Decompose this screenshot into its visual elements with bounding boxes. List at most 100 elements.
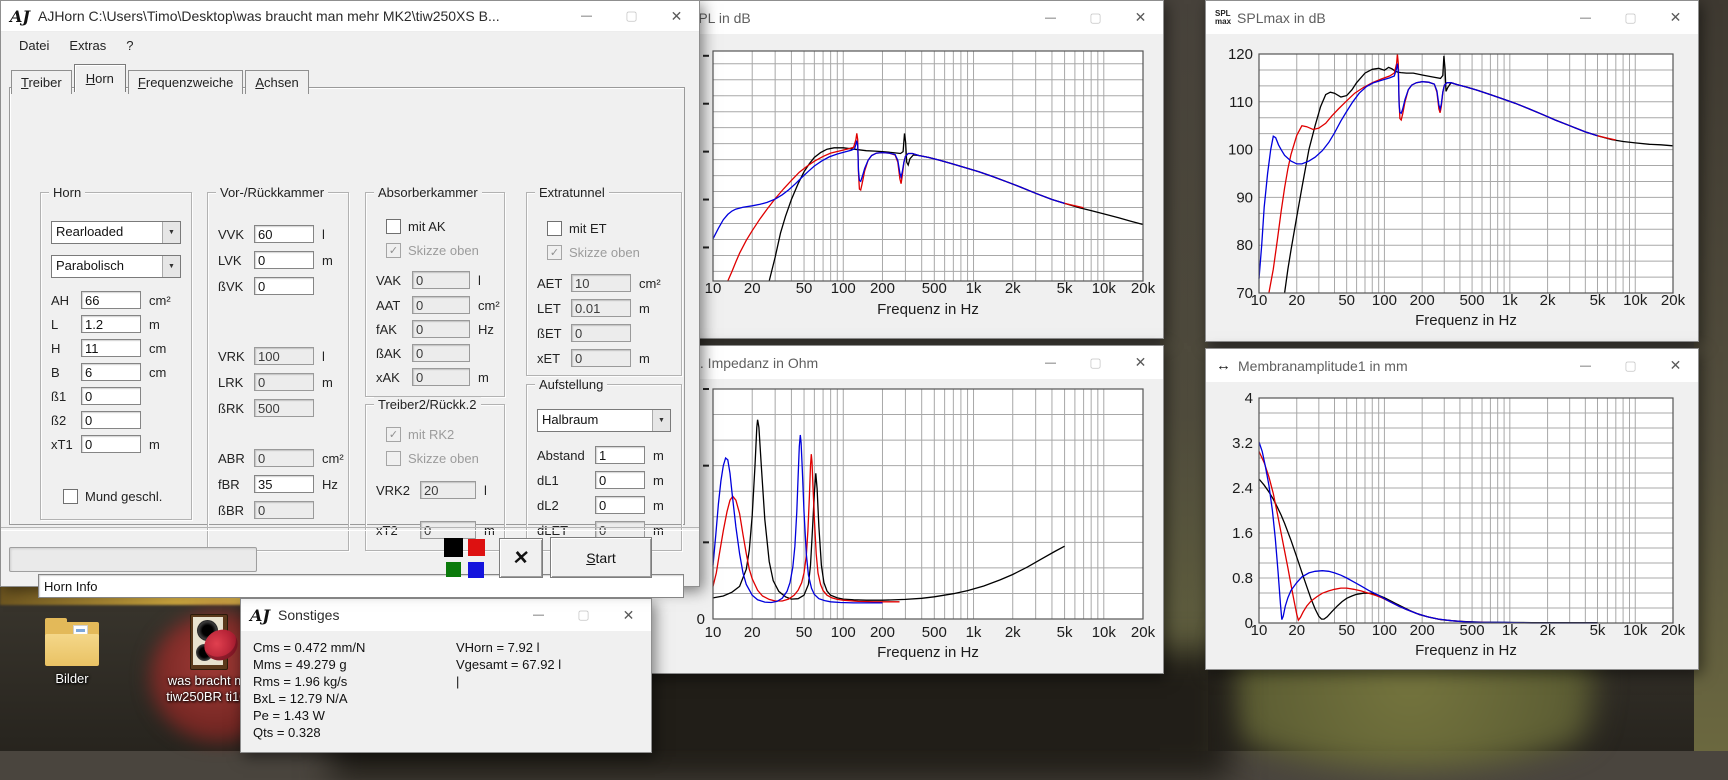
svg-text:Frequenz in Hz: Frequenz in Hz <box>877 301 979 318</box>
close-icon[interactable] <box>606 599 651 631</box>
checkbox[interactable] <box>63 489 78 504</box>
checkbox[interactable] <box>386 219 401 234</box>
field-b[interactable]: 6 <box>81 363 141 381</box>
field-ß2[interactable]: 0 <box>81 411 141 429</box>
field-l[interactable]: 1.2 <box>81 315 141 333</box>
minimize-button[interactable] <box>1028 1 1073 34</box>
field-ßak: 0 <box>412 344 470 362</box>
field-label: VAK <box>376 273 412 288</box>
tab-achsen[interactable]: Achsen <box>245 70 308 94</box>
impedance-titlebar[interactable]: el. Impedanz in Ohm <box>631 346 1163 379</box>
check-mund-geschl-[interactable]: Mund geschl. <box>63 489 191 503</box>
checkbox <box>386 427 401 442</box>
menu-item-datei[interactable]: Datei <box>9 35 59 56</box>
membrane-chart: 00.81.62.43.241020501002005001k2k5k10k20… <box>1206 382 1698 669</box>
field-ßet: 0 <box>571 324 631 342</box>
menu-item-help[interactable]: ? <box>116 35 143 56</box>
desktop-icon-bilder[interactable]: Bilder <box>17 614 127 687</box>
field-abstand[interactable]: 1 <box>595 446 645 464</box>
svg-text:4: 4 <box>1245 390 1253 407</box>
auf-dropdown[interactable]: Halbraum <box>537 409 671 432</box>
close-icon[interactable] <box>1653 1 1698 34</box>
field-label: VRK2 <box>376 483 420 498</box>
checkbox-label: mit ET <box>569 221 607 236</box>
driver-parameters-text: Cms = 0.472 mm/NMms = 49.279 gRms = 1.96… <box>253 639 456 741</box>
field-unit: l <box>322 227 325 242</box>
sonstiges-window: AJ Sonstiges Cms = 0.472 mm/NMms = 49.27… <box>240 598 652 753</box>
field-label: LET <box>537 301 571 316</box>
field-aat: 0 <box>412 296 470 314</box>
minimize-button[interactable] <box>564 1 609 31</box>
close-icon[interactable] <box>1118 1 1163 34</box>
field-label: ßAK <box>376 346 412 361</box>
svg-text:5k: 5k <box>1057 624 1073 641</box>
svg-text:80: 80 <box>1236 237 1253 254</box>
sonstiges-titlebar[interactable]: AJ Sonstiges <box>241 599 651 631</box>
sonstiges-line: Cms = 0.472 mm/N <box>253 639 456 656</box>
minimize-button[interactable] <box>516 599 561 631</box>
field-ßrk: 500 <box>254 399 314 417</box>
minimize-button[interactable] <box>1028 346 1073 379</box>
field-dl1[interactable]: 0 <box>595 471 645 489</box>
horn-dropdown[interactable]: Rearloaded <box>51 221 181 244</box>
group-label: Aufstellung <box>535 377 607 392</box>
field-vvk[interactable]: 60 <box>254 225 314 243</box>
group-label: Vor-/Rückkammer <box>216 185 328 200</box>
menu-item-extras[interactable]: Extras <box>59 35 116 56</box>
spl-titlebar[interactable]: SPL in dB <box>631 1 1163 34</box>
svg-text:50: 50 <box>1338 292 1355 309</box>
chevron-down-icon[interactable] <box>162 222 180 243</box>
field-label: LRK <box>218 375 254 390</box>
maximize-button[interactable] <box>561 599 606 631</box>
minimize-button[interactable] <box>1563 1 1608 34</box>
field-xt1[interactable]: 0 <box>81 435 141 453</box>
maximize-button[interactable] <box>1073 1 1118 34</box>
maximize-button[interactable] <box>609 1 654 31</box>
tab-frequenzweiche[interactable]: Frequenzweiche <box>128 70 243 94</box>
maximize-button[interactable] <box>1608 1 1653 34</box>
sonstiges-line: Pe = 1.43 W <box>253 707 456 724</box>
group-label: Absorberkammer <box>374 185 482 200</box>
field-lvk[interactable]: 0 <box>254 251 314 269</box>
horn-dropdown[interactable]: Parabolisch <box>51 255 181 278</box>
svg-text:100: 100 <box>1372 292 1397 309</box>
start-button[interactable]: Start <box>550 537 652 578</box>
checkbox[interactable] <box>547 221 562 236</box>
maximize-button[interactable] <box>1608 349 1653 382</box>
chevron-down-icon[interactable] <box>652 410 670 431</box>
field-ßvk[interactable]: 0 <box>254 277 314 295</box>
svg-text:20k: 20k <box>1661 622 1686 639</box>
field-unit: cm² <box>478 298 500 313</box>
field-fak: 0 <box>412 320 470 338</box>
maximize-button[interactable] <box>1073 346 1118 379</box>
minimize-button[interactable] <box>1563 349 1608 382</box>
sonstiges-line: VHorn = 7.92 l <box>456 639 561 656</box>
tab-horn[interactable]: Horn <box>74 64 126 92</box>
field-label: Abstand <box>537 448 595 463</box>
svg-text:10k: 10k <box>1623 622 1648 639</box>
check-mit-ak[interactable]: mit AK <box>386 219 504 233</box>
checkbox <box>386 451 401 466</box>
check-mit-et[interactable]: mit ET <box>547 221 681 235</box>
main-titlebar[interactable]: AJ AJHorn C:\Users\Timo\Desktop\was brau… <box>1 1 699 32</box>
field-fbr[interactable]: 35 <box>254 475 314 493</box>
field-ßbr: 0 <box>254 501 314 519</box>
field-unit: m <box>639 351 650 366</box>
field-ß1[interactable]: 0 <box>81 387 141 405</box>
clear-plots-button[interactable] <box>499 538 543 578</box>
absorberkammer-group: Absorberkammer mit AKSkizze obenVAK0lAAT… <box>365 192 505 397</box>
splmax-window: SPL max SPLmax in dB 7080901001101201020… <box>1205 0 1699 342</box>
splmax-titlebar[interactable]: SPL max SPLmax in dB <box>1206 1 1698 34</box>
membrane-titlebar[interactable]: ↔ Membranamplitude1 in mm <box>1206 349 1698 382</box>
close-icon[interactable] <box>654 1 699 31</box>
svg-text:200: 200 <box>870 624 895 641</box>
tab-treiber[interactable]: Treiber <box>11 70 72 94</box>
field-xak: 0 <box>412 368 470 386</box>
close-icon[interactable] <box>1653 349 1698 382</box>
field-dl2[interactable]: 0 <box>595 496 645 514</box>
field-ah[interactable]: 66 <box>81 291 141 309</box>
chevron-down-icon[interactable] <box>162 256 180 277</box>
close-icon[interactable] <box>1118 346 1163 379</box>
field-h[interactable]: 11 <box>81 339 141 357</box>
checkbox-label: Skizze oben <box>408 243 479 258</box>
